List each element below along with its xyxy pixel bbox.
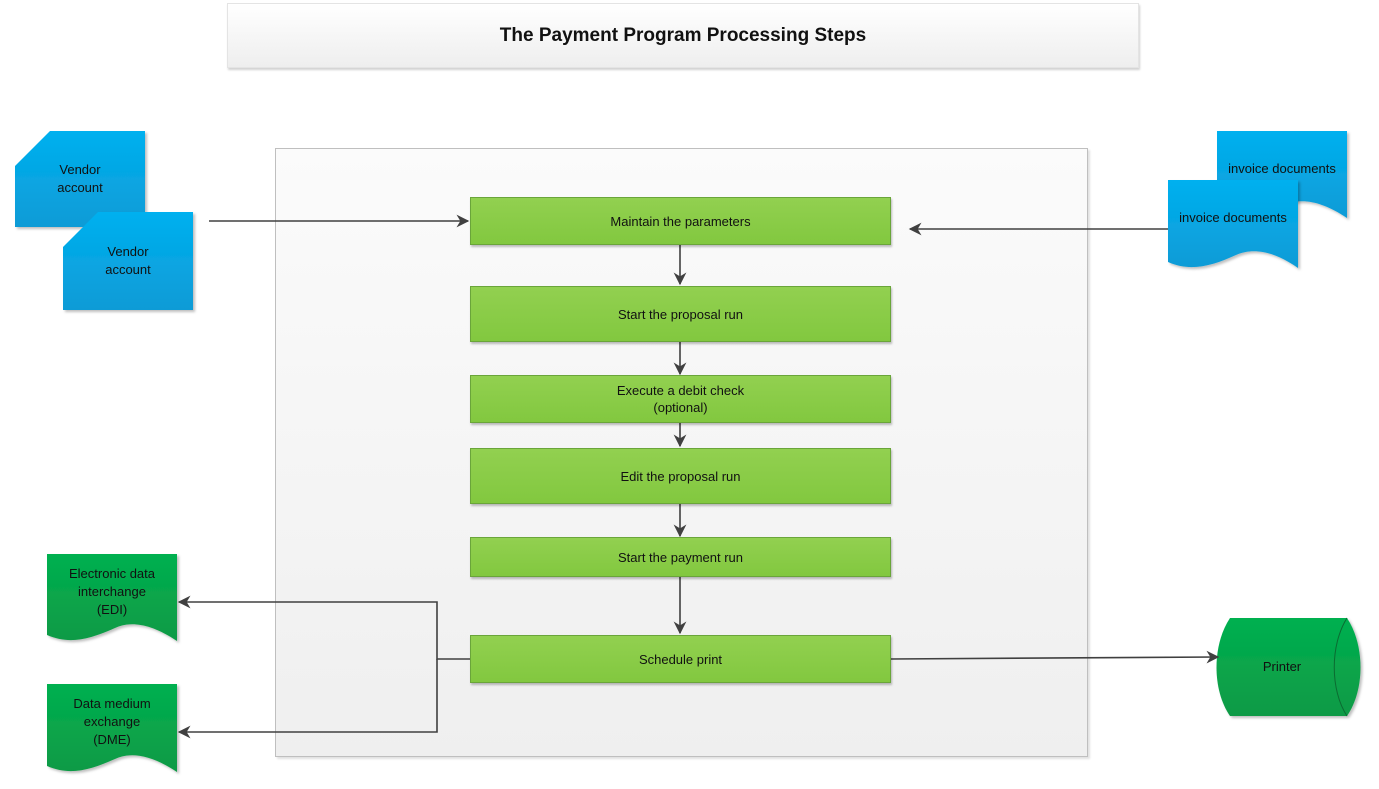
step-start-proposal-run[interactable]: Start the proposal run xyxy=(470,286,891,342)
step-label: Start the payment run xyxy=(617,549,743,565)
step-label: Schedule print xyxy=(638,651,723,667)
step-edit-proposal-run[interactable]: Edit the proposal run xyxy=(470,448,891,504)
edi-document[interactable] xyxy=(47,554,177,641)
dme-document[interactable] xyxy=(47,684,177,772)
step-label: Start the proposal run xyxy=(617,306,744,322)
connector-print-to-edi xyxy=(177,595,470,660)
step-label: Edit the proposal run xyxy=(620,468,741,484)
document-shape xyxy=(47,554,177,641)
step-maintain-parameters[interactable]: Maintain the parameters xyxy=(470,197,891,245)
connector-print-to-dme xyxy=(177,659,438,739)
step-label: Execute a debit check (optional) xyxy=(616,383,745,415)
step-execute-debit-check[interactable]: Execute a debit check (optional) xyxy=(470,375,891,423)
connector-print-to-printer xyxy=(890,650,1220,664)
printer-body xyxy=(1216,618,1361,716)
step-label: Maintain the parameters xyxy=(610,213,751,229)
step-start-payment-run[interactable]: Start the payment run xyxy=(470,537,891,577)
document-shape xyxy=(47,684,177,772)
printer-shape[interactable] xyxy=(1216,617,1361,717)
invoice-document-2[interactable] xyxy=(1168,180,1298,268)
step-schedule-print[interactable]: Schedule print xyxy=(470,635,891,683)
document-shape xyxy=(1168,180,1298,268)
